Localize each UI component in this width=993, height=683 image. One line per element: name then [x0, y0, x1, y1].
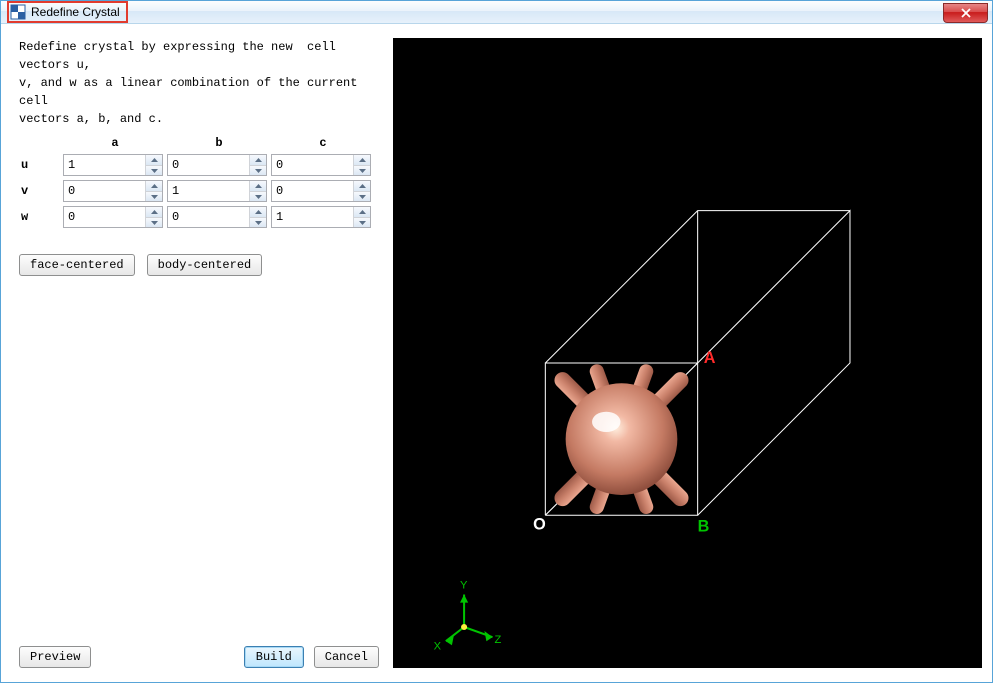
spin-v-b[interactable]: [167, 180, 267, 202]
input-u-a[interactable]: [64, 155, 145, 175]
input-u-b[interactable]: [168, 155, 249, 175]
spin-down-icon[interactable]: [146, 166, 162, 176]
input-w-a[interactable]: [64, 207, 145, 227]
preview-button[interactable]: Preview: [19, 646, 91, 668]
spin-up-icon[interactable]: [354, 207, 370, 218]
matrix-row-u: u: [19, 154, 379, 176]
orientation-triad: Y Z X: [434, 580, 502, 653]
spin-down-icon[interactable]: [250, 192, 266, 202]
spin-up-icon[interactable]: [250, 207, 266, 218]
spin-down-icon[interactable]: [354, 218, 370, 228]
spin-down-icon[interactable]: [354, 192, 370, 202]
instructions-text: Redefine crystal by expressing the new c…: [19, 38, 379, 128]
spin-up-icon[interactable]: [146, 181, 162, 192]
window-title: Redefine Crystal: [31, 5, 120, 19]
close-icon: [960, 8, 972, 18]
face-centered-button[interactable]: face-centered: [19, 254, 135, 276]
input-v-b[interactable]: [168, 181, 249, 201]
b-axis-label: B: [698, 518, 710, 536]
triad-y-label: Y: [460, 580, 468, 592]
spin-down-icon[interactable]: [146, 218, 162, 228]
row-label-u: u: [19, 158, 63, 172]
spin-down-icon[interactable]: [250, 218, 266, 228]
cancel-button[interactable]: Cancel: [314, 646, 379, 668]
spin-up-icon[interactable]: [250, 181, 266, 192]
col-header-c: c: [271, 136, 375, 150]
spin-down-icon[interactable]: [146, 192, 162, 202]
bottom-button-row: Preview Build Cancel: [19, 636, 379, 668]
row-label-w: w: [19, 210, 63, 224]
crystal-scene: O B A Y Z X: [393, 38, 982, 668]
preset-row: face-centered body-centered: [19, 254, 379, 276]
row-label-v: v: [19, 184, 63, 198]
matrix-row-w: w: [19, 206, 379, 228]
spin-u-c[interactable]: [271, 154, 371, 176]
spin-up-icon[interactable]: [354, 181, 370, 192]
spin-down-icon[interactable]: [250, 166, 266, 176]
matrix-header-row: a b c: [63, 136, 379, 150]
triad-z-label: Z: [495, 635, 502, 647]
spin-down-icon[interactable]: [354, 166, 370, 176]
spin-up-icon[interactable]: [250, 155, 266, 166]
spin-up-icon[interactable]: [146, 207, 162, 218]
spin-w-a[interactable]: [63, 206, 163, 228]
spin-up-icon[interactable]: [354, 155, 370, 166]
build-button[interactable]: Build: [244, 646, 304, 668]
spin-v-c[interactable]: [271, 180, 371, 202]
spin-u-a[interactable]: [63, 154, 163, 176]
a-axis-label: A: [704, 349, 716, 367]
app-icon: [10, 4, 26, 20]
input-w-b[interactable]: [168, 207, 249, 227]
input-u-c[interactable]: [272, 155, 353, 175]
title-highlight-box: Redefine Crystal: [7, 1, 128, 23]
spin-up-icon[interactable]: [146, 155, 162, 166]
input-v-a[interactable]: [64, 181, 145, 201]
spin-u-b[interactable]: [167, 154, 267, 176]
body-centered-button[interactable]: body-centered: [147, 254, 263, 276]
matrix-row-v: v: [19, 180, 379, 202]
close-button[interactable]: [943, 3, 988, 23]
content-area: Redefine crystal by expressing the new c…: [1, 24, 992, 682]
redefine-crystal-window: Redefine Crystal Redefine crystal by exp…: [0, 0, 993, 683]
col-header-b: b: [167, 136, 271, 150]
matrix-input: a b c u: [19, 136, 379, 232]
origin-label: O: [533, 516, 546, 534]
triad-x-label: X: [434, 641, 442, 653]
col-header-a: a: [63, 136, 167, 150]
input-v-c[interactable]: [272, 181, 353, 201]
input-w-c[interactable]: [272, 207, 353, 227]
atom-highlight: [592, 412, 620, 432]
titlebar: Redefine Crystal: [1, 1, 992, 24]
atom-sphere: [566, 384, 678, 496]
crystal-viewport[interactable]: O B A Y Z X: [393, 38, 982, 668]
spin-w-b[interactable]: [167, 206, 267, 228]
left-panel: Redefine crystal by expressing the new c…: [19, 38, 379, 668]
spin-w-c[interactable]: [271, 206, 371, 228]
spin-v-a[interactable]: [63, 180, 163, 202]
